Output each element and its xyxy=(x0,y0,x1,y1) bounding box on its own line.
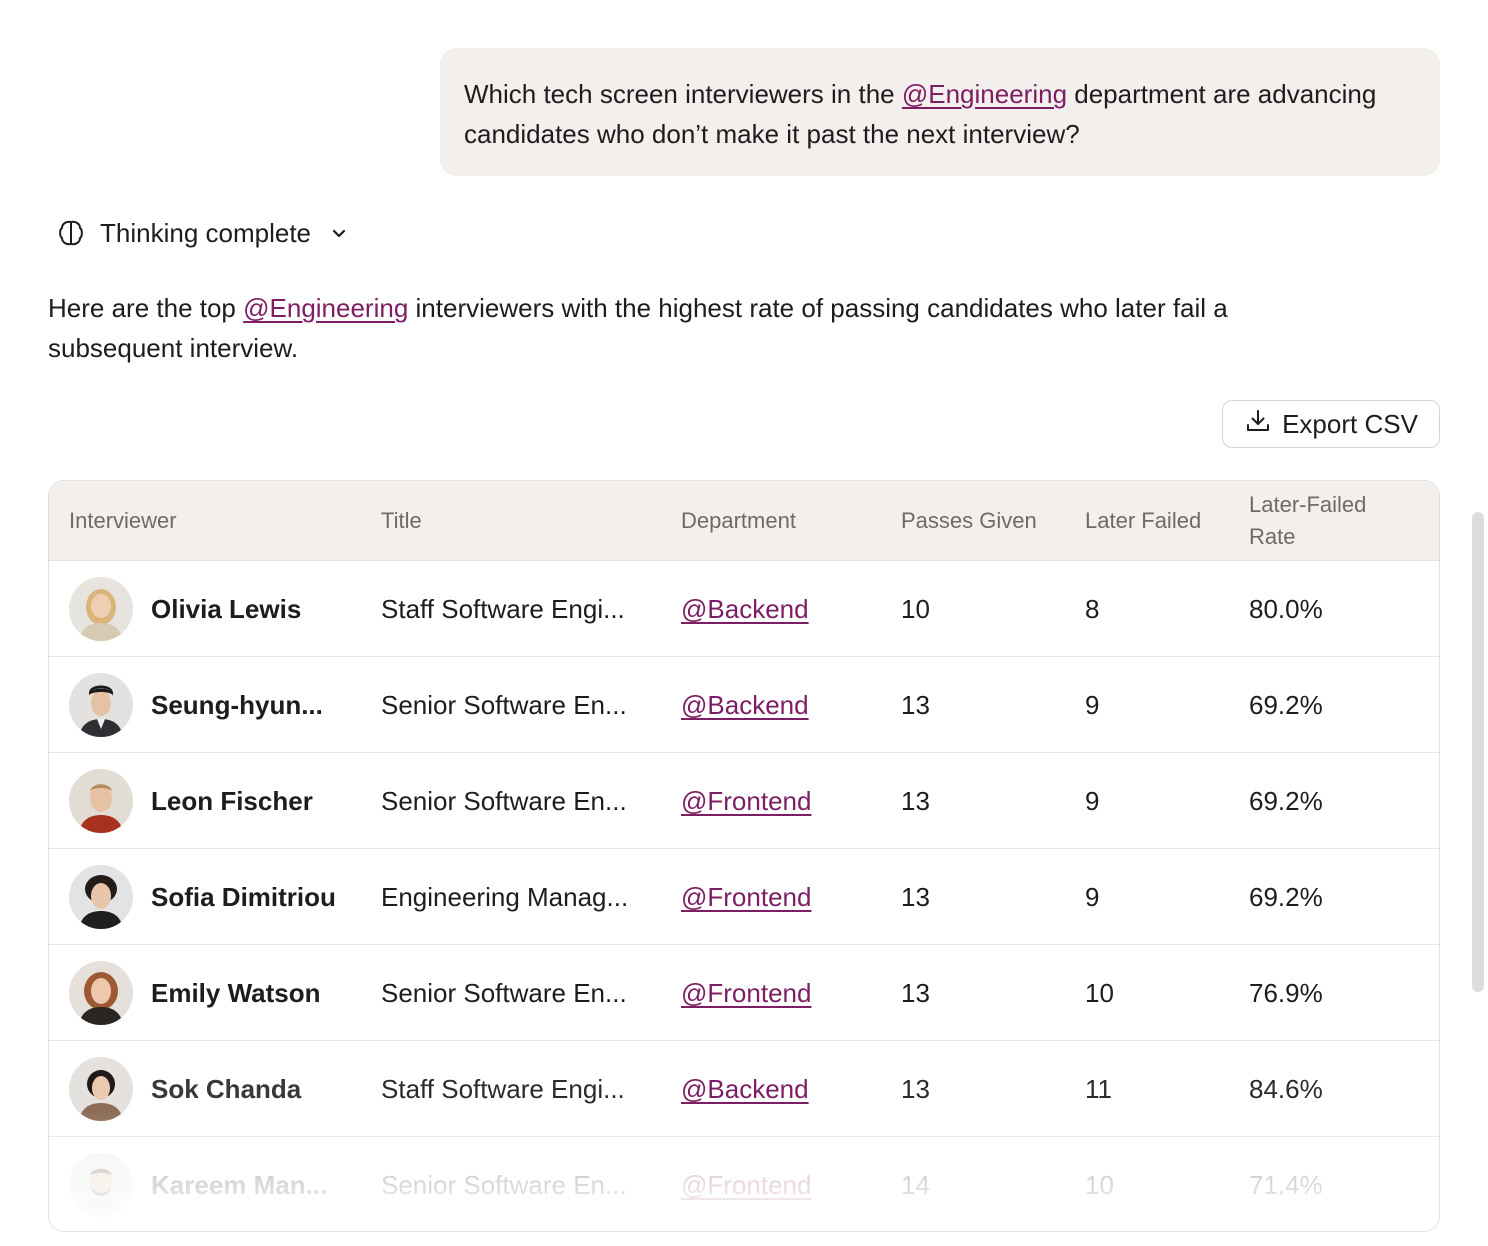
chevron-down-icon xyxy=(329,223,349,243)
passes-given-cell: 10 xyxy=(901,593,930,624)
user-message-text: Which tech screen interviewers in the xyxy=(464,79,902,109)
scrollbar[interactable] xyxy=(1472,512,1484,992)
department-link[interactable]: @Frontend xyxy=(681,978,811,1009)
thinking-label: Thinking complete xyxy=(100,217,311,248)
interviewer-cell: Sofia Dimitriou xyxy=(69,849,336,945)
passes-given-cell: 13 xyxy=(901,1073,930,1104)
interviewers-table: Interviewer Title Department Passes Give… xyxy=(48,480,1440,1232)
table-row[interactable]: Sok Chanda Staff Software Engi... @Backe… xyxy=(49,1041,1439,1137)
later-failed-rate-cell: 80.0% xyxy=(1249,593,1323,624)
interviewer-cell: Olivia Lewis xyxy=(69,561,301,657)
avatar xyxy=(69,961,133,1025)
answer-text: Here are the top xyxy=(48,293,244,323)
interviewer-cell: Emily Watson xyxy=(69,945,321,1041)
column-header-later-failed-rate[interactable]: Later-Failed Rate xyxy=(1249,481,1366,561)
interviewer-cell: Sok Chanda xyxy=(69,1041,301,1137)
title-cell: Staff Software Engi... xyxy=(381,1073,625,1104)
department-cell: @Frontend xyxy=(681,849,811,945)
interviewer-name: Olivia Lewis xyxy=(151,593,302,624)
later-failed-cell: 9 xyxy=(1085,785,1100,816)
interviewer-name: Kareem Man... xyxy=(151,1169,328,1200)
title-cell: Senior Software En... xyxy=(381,689,627,720)
department-link[interactable]: @Frontend xyxy=(681,1170,811,1201)
table-row[interactable]: Sofia Dimitriou Engineering Manag... @Fr… xyxy=(49,849,1439,945)
later-failed-cell: 10 xyxy=(1085,977,1114,1008)
interviewer-cell: Seung-hyun... xyxy=(69,657,323,753)
later-failed-rate-cell: 71.4% xyxy=(1249,1169,1323,1200)
title-cell: Senior Software En... xyxy=(381,785,627,816)
table-row[interactable]: Emily Watson Senior Software En... @Fron… xyxy=(49,945,1439,1041)
later-failed-cell: 9 xyxy=(1085,689,1100,720)
column-header-rate-line1: Later-Failed xyxy=(1249,492,1367,517)
department-link[interactable]: @Frontend xyxy=(681,882,811,913)
column-header-interviewer[interactable]: Interviewer xyxy=(69,481,177,561)
department-cell: @Frontend xyxy=(681,945,811,1041)
interviewer-name: Emily Watson xyxy=(151,977,321,1008)
export-csv-label: Export CSV xyxy=(1282,408,1418,439)
department-cell: @Backend xyxy=(681,1041,809,1137)
later-failed-rate-cell: 69.2% xyxy=(1249,881,1323,912)
department-cell: @Frontend xyxy=(681,753,811,849)
download-icon xyxy=(1244,407,1272,442)
later-failed-cell: 8 xyxy=(1085,593,1100,624)
department-cell: @Backend xyxy=(681,657,809,753)
passes-given-cell: 13 xyxy=(901,977,930,1008)
later-failed-cell: 9 xyxy=(1085,881,1100,912)
thinking-toggle[interactable]: Thinking complete xyxy=(56,212,349,254)
avatar xyxy=(69,673,133,737)
later-failed-rate-cell: 69.2% xyxy=(1249,689,1323,720)
passes-given-cell: 14 xyxy=(901,1169,930,1200)
department-link[interactable]: @Backend xyxy=(681,1074,809,1105)
interviewer-name: Seung-hyun... xyxy=(151,689,323,720)
export-csv-button[interactable]: Export CSV xyxy=(1222,400,1440,448)
later-failed-rate-cell: 69.2% xyxy=(1249,785,1323,816)
title-cell: Senior Software En... xyxy=(381,977,627,1008)
column-header-passes-given[interactable]: Passes Given xyxy=(901,481,1037,561)
department-link[interactable]: @Backend xyxy=(681,594,809,625)
title-cell: Staff Software Engi... xyxy=(381,593,625,624)
title-cell: Senior Software En... xyxy=(381,1169,627,1200)
department-link[interactable]: @Backend xyxy=(681,690,809,721)
interviewer-name: Sofia Dimitriou xyxy=(151,881,336,912)
department-link[interactable]: @Frontend xyxy=(681,786,811,817)
passes-given-cell: 13 xyxy=(901,689,930,720)
later-failed-rate-cell: 84.6% xyxy=(1249,1073,1323,1104)
column-header-title[interactable]: Title xyxy=(381,481,422,561)
passes-given-cell: 13 xyxy=(901,881,930,912)
interviewer-cell: Kareem Man... xyxy=(69,1137,328,1231)
interviewer-cell: Leon Fischer xyxy=(69,753,313,849)
engineering-mention-link[interactable]: @Engineering xyxy=(243,293,408,323)
title-cell: Engineering Manag... xyxy=(381,881,629,912)
engineering-mention-link[interactable]: @Engineering xyxy=(902,79,1067,109)
assistant-answer: Here are the top @Engineering interviewe… xyxy=(48,288,1348,368)
brain-icon xyxy=(56,218,86,248)
department-cell: @Backend xyxy=(681,561,809,657)
table-row[interactable]: Kareem Man... Senior Software En... @Fro… xyxy=(49,1137,1439,1231)
later-failed-cell: 11 xyxy=(1085,1073,1112,1104)
table-row[interactable]: Leon Fischer Senior Software En... @Fron… xyxy=(49,753,1439,849)
column-header-rate-line2: Rate xyxy=(1249,524,1296,549)
user-message-bubble: Which tech screen interviewers in the @E… xyxy=(440,48,1440,176)
avatar xyxy=(69,1057,133,1121)
table-row[interactable]: Olivia Lewis Staff Software Engi... @Bac… xyxy=(49,561,1439,657)
table-row[interactable]: Seung-hyun... Senior Software En... @Bac… xyxy=(49,657,1439,753)
column-header-department[interactable]: Department xyxy=(681,481,796,561)
passes-given-cell: 13 xyxy=(901,785,930,816)
table-header: Interviewer Title Department Passes Give… xyxy=(49,481,1439,561)
department-cell: @Frontend xyxy=(681,1137,811,1231)
column-header-later-failed[interactable]: Later Failed xyxy=(1085,481,1201,561)
avatar xyxy=(69,1153,133,1217)
avatar xyxy=(69,769,133,833)
interviewer-name: Leon Fischer xyxy=(151,785,313,816)
later-failed-cell: 10 xyxy=(1085,1169,1114,1200)
avatar xyxy=(69,577,133,641)
avatar xyxy=(69,865,133,929)
later-failed-rate-cell: 76.9% xyxy=(1249,977,1323,1008)
interviewer-name: Sok Chanda xyxy=(151,1073,302,1104)
